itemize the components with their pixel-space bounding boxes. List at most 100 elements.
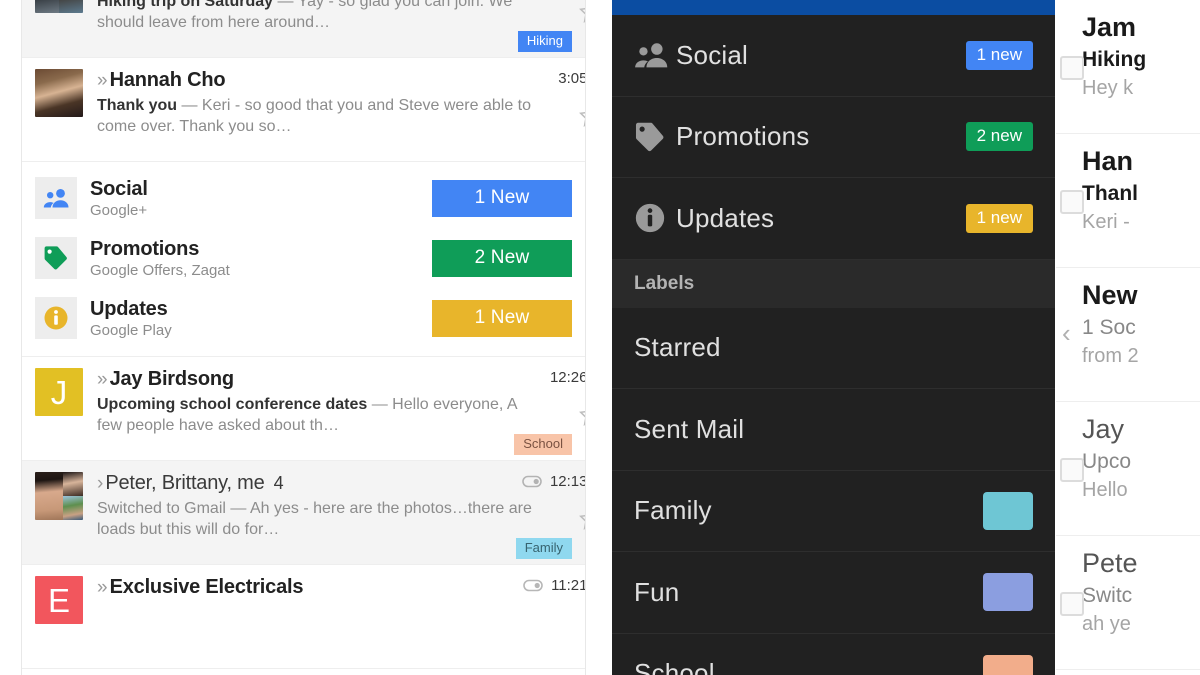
drawer-label-family[interactable]: Family <box>612 471 1055 552</box>
avatar-letter: J <box>50 373 68 411</box>
drawer-label-starred[interactable]: Starred <box>612 308 1055 389</box>
label-color-swatch <box>983 491 1033 530</box>
chevron-double-icon: » <box>97 369 107 390</box>
avatar <box>35 0 83 13</box>
select-checkbox[interactable] <box>1060 56 1084 80</box>
list-item[interactable]: Jay Upco Hello <box>1056 402 1200 536</box>
timestamp: 12:26PM <box>549 369 585 386</box>
category-badge[interactable]: 2 New <box>432 239 572 277</box>
snippet: Switched to Gmail — Ah yes - here are th… <box>97 498 532 540</box>
category-badge[interactable]: 1 New <box>432 179 572 217</box>
category-row-promotions[interactable]: Promotions Google Offers, Zagat 2 New <box>22 228 585 288</box>
tag-icon <box>634 121 676 153</box>
preview-text: Hello <box>1082 479 1128 502</box>
attachment-icon <box>522 475 542 488</box>
status-accent-bar <box>612 0 1055 15</box>
snippet: Upcoming school conference dates — Hello… <box>97 394 532 436</box>
list-item[interactable]: Jam Hiking Hey k <box>1056 0 1200 134</box>
snippet: Hiking trip on Saturday — Yay - so glad … <box>97 0 532 33</box>
star-icon[interactable] <box>578 103 585 129</box>
chevron-left-icon[interactable]: ‹ <box>1062 320 1071 346</box>
category-badge[interactable]: 1 New <box>432 299 572 337</box>
info-icon <box>35 297 77 339</box>
drawer-item-label: Family <box>634 495 712 526</box>
conversation-row[interactable]: » Hannah Cho 3:05PM Thank you — Keri - s… <box>22 58 585 162</box>
label-chip[interactable]: School <box>514 433 572 455</box>
chevron-icon: › <box>97 473 104 494</box>
category-text: Promotions Google Offers, Zagat <box>90 238 432 279</box>
categories-block: Social Google+ 1 New Promotions Google O… <box>22 162 585 357</box>
drawer-item-label: Updates <box>676 202 775 233</box>
drawer-item-updates[interactable]: Updates 1 new <box>612 178 1055 260</box>
timestamp: 12:13PM <box>549 473 585 490</box>
sender-name: Pete <box>1082 548 1138 578</box>
people-icon <box>35 177 77 219</box>
avatar <box>35 69 83 117</box>
label-color-swatch <box>983 654 1033 675</box>
star-icon[interactable] <box>578 0 585 25</box>
drawer-item-badge: 1 new <box>965 203 1033 233</box>
list-item[interactable]: Pete Switc ah ye <box>1056 536 1200 670</box>
drawer-item-label: Sent Mail <box>634 413 745 444</box>
conversation-row[interactable]: J » Jay Birdsong 12:26PM Upcoming school… <box>22 357 585 461</box>
subject: Upcoming school conference dates <box>97 396 368 413</box>
category-row-updates[interactable]: Updates Google Play 1 New <box>22 288 585 348</box>
preview-text: Keri - <box>1082 211 1130 234</box>
list-item[interactable]: Han Thanl Keri - <box>1056 134 1200 268</box>
label-color-swatch <box>983 573 1033 612</box>
tag-icon <box>35 237 77 279</box>
chevron-double-icon: » <box>97 577 107 598</box>
secondary-inbox-panel: Jam Hiking Hey k Han Thanl Keri - New 1 … <box>1056 0 1200 675</box>
preview-text: from 2 <box>1082 345 1139 368</box>
row-meta: 12:13PM <box>522 473 585 490</box>
category-title: Promotions <box>90 237 200 260</box>
category-title: Social <box>90 177 148 200</box>
category-row-social[interactable]: Social Google+ 1 New <box>22 168 585 228</box>
avatar: J <box>35 368 83 416</box>
subject: Switc <box>1082 584 1133 608</box>
subject: Thanl <box>1082 182 1138 206</box>
attachment-icon <box>523 579 543 592</box>
sender-name: Han <box>1082 146 1134 176</box>
select-checkbox[interactable] <box>1060 458 1084 482</box>
conversation-row[interactable]: » James, me 2 3:47PM Hiking trip on Satu… <box>22 0 585 58</box>
drawer-item-promotions[interactable]: Promotions 2 new <box>612 97 1055 178</box>
star-icon[interactable] <box>578 506 585 532</box>
chevron-double-icon: » <box>97 70 107 91</box>
drawer-label-fun[interactable]: Fun <box>612 552 1055 634</box>
label-chip[interactable]: Hiking <box>517 30 572 52</box>
drawer-section-header: Labels <box>612 259 1055 308</box>
category-subtitle: Google Offers, Zagat <box>90 261 230 279</box>
conversation-row[interactable]: E » Exclusive Electricals 11:21AM <box>22 565 585 669</box>
sender-name: Exclusive Electricals <box>109 576 304 598</box>
select-checkbox[interactable] <box>1060 190 1084 214</box>
star-icon[interactable] <box>578 402 585 428</box>
conversation-row[interactable]: › Peter, Brittany, me 4 12:13PM Switched… <box>22 461 585 565</box>
avatar <box>35 472 83 520</box>
drawer-label-school[interactable]: School <box>612 634 1055 675</box>
drawer-item-social[interactable]: Social 1 new <box>612 15 1055 97</box>
drawer-item-badge: 1 new <box>965 40 1033 70</box>
screenshot-stage: » James, me 2 3:47PM Hiking trip on Satu… <box>0 0 1200 675</box>
sender-name: Jam <box>1082 12 1137 42</box>
sender-name: New <box>1082 280 1138 310</box>
category-text: Updates Google Play <box>90 298 432 339</box>
avatar-letter: E <box>47 581 70 619</box>
message-count: 4 <box>273 473 284 493</box>
list-item[interactable]: New 1 Soc from 2 ‹ <box>1056 268 1200 402</box>
snippet: Thank you — Keri - so good that you and … <box>97 95 532 137</box>
drawer-item-label: School <box>634 658 715 675</box>
row-meta: 12:26PM <box>550 369 585 386</box>
subject: 1 Soc <box>1082 316 1136 340</box>
category-subtitle: Google Play <box>90 321 172 339</box>
sender-name: Peter, Brittany, me <box>105 472 265 494</box>
preview-text: ah ye <box>1082 613 1131 636</box>
select-checkbox[interactable] <box>1060 592 1084 616</box>
row-meta: 11:21AM <box>523 577 585 594</box>
drawer-item-label: Promotions <box>676 121 810 152</box>
drawer-item-label: Starred <box>634 332 721 363</box>
sender-name: Jay <box>1082 414 1125 444</box>
drawer-label-sent-mail[interactable]: Sent Mail <box>612 389 1055 471</box>
label-chip[interactable]: Family <box>515 537 572 559</box>
subject: Switched to Gmail <box>97 500 226 517</box>
